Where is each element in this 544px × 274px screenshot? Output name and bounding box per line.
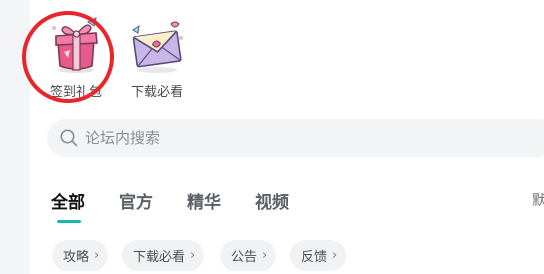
- forum-search-bar[interactable]: [47, 119, 544, 157]
- shortcut-label: 签到礼包: [49, 85, 102, 100]
- search-input[interactable]: [85, 129, 485, 147]
- chevron-right-icon: ›: [332, 248, 338, 263]
- chevron-right-icon: ›: [190, 248, 196, 263]
- shortcut-label: 下载必看: [130, 85, 183, 100]
- chip-label: 攻略: [63, 250, 90, 265]
- search-icon: [60, 129, 78, 147]
- shortcut-checkin-gift[interactable]: 签到礼包: [40, 14, 112, 104]
- chevron-right-icon: ›: [94, 248, 100, 263]
- chip-guides[interactable]: 攻略 ›: [52, 240, 109, 271]
- chip-feedback[interactable]: 反馈 ›: [290, 240, 347, 271]
- tab-video[interactable]: 视频: [255, 188, 289, 213]
- shortcut-download-guide[interactable]: 下载必看: [121, 14, 193, 104]
- chip-label: 公告: [231, 250, 258, 265]
- sort-dropdown[interactable]: 默: [532, 190, 544, 210]
- chip-label: 下载必看: [133, 250, 186, 265]
- chip-announcements[interactable]: 公告 ›: [220, 240, 277, 271]
- chip-label: 反馈: [301, 250, 328, 265]
- tab-official[interactable]: 官方: [119, 188, 153, 213]
- envelope-icon: [125, 14, 189, 76]
- gift-box-icon: [44, 14, 108, 76]
- tab-featured[interactable]: 精华: [187, 188, 221, 213]
- tab-all[interactable]: 全部: [51, 188, 85, 213]
- chip-download-guide[interactable]: 下载必看 ›: [122, 240, 205, 271]
- chevron-right-icon: ›: [262, 248, 268, 263]
- active-tab-indicator: [57, 220, 81, 223]
- left-panel-edge: [0, 0, 30, 274]
